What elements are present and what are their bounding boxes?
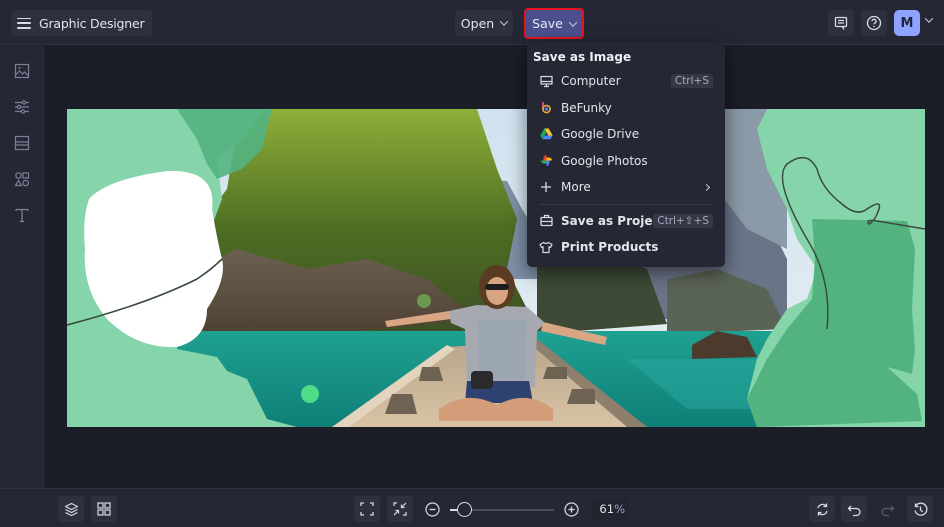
save-button[interactable]: Save bbox=[524, 8, 584, 39]
open-button[interactable]: Open bbox=[455, 10, 513, 36]
top-bar: Graphic Designer Open Save M bbox=[0, 0, 944, 45]
briefcase-icon bbox=[539, 214, 553, 228]
user-avatar[interactable]: M bbox=[894, 10, 920, 36]
shrink-icon bbox=[393, 502, 407, 516]
design-canvas[interactable] bbox=[67, 109, 925, 427]
plus-icon bbox=[539, 180, 553, 194]
zoom-in-icon[interactable] bbox=[564, 502, 579, 517]
zoom-value: 61 bbox=[599, 502, 615, 516]
shapes-icon bbox=[14, 172, 30, 187]
menu-item-save-as-project[interactable]: Save as Project Ctrl+⇧+S bbox=[527, 208, 725, 235]
zoom-slider[interactable] bbox=[450, 502, 554, 517]
tshirt-icon bbox=[539, 240, 553, 254]
grid-view-button[interactable] bbox=[91, 496, 117, 522]
sidebar-item-image[interactable] bbox=[11, 60, 33, 82]
menu-item-label: Google Photos bbox=[561, 153, 648, 168]
menu-divider bbox=[539, 203, 713, 205]
menu-item-label: Google Drive bbox=[561, 127, 640, 142]
menu-section-header: Save as Image bbox=[533, 50, 632, 64]
zoom-unit: % bbox=[614, 502, 625, 516]
history-button[interactable] bbox=[907, 496, 933, 522]
bottom-toolbar: 61% bbox=[0, 488, 944, 527]
sidebar-item-adjust[interactable] bbox=[11, 96, 33, 118]
help-button[interactable] bbox=[861, 10, 887, 36]
grid-icon bbox=[97, 502, 111, 516]
chevron-down-icon bbox=[499, 17, 509, 26]
menu-item-more[interactable]: More bbox=[527, 174, 725, 201]
sidebar-item-layouts[interactable] bbox=[11, 132, 33, 154]
monitor-icon bbox=[539, 74, 553, 88]
menu-item-print-products[interactable]: Print Products bbox=[527, 234, 725, 261]
open-label: Open bbox=[460, 15, 495, 31]
redo-icon bbox=[880, 505, 894, 516]
menu-item-label: Print Products bbox=[561, 240, 659, 255]
refresh-icon bbox=[816, 503, 828, 515]
redo-button[interactable] bbox=[874, 496, 900, 522]
reset-button[interactable] bbox=[809, 496, 835, 522]
help-circle-icon bbox=[866, 15, 882, 31]
actual-size-button[interactable] bbox=[387, 496, 413, 522]
menu-item-label: Computer bbox=[561, 74, 621, 89]
zoom-out-icon[interactable] bbox=[425, 502, 440, 517]
image-icon bbox=[14, 63, 30, 79]
fit-screen-icon bbox=[360, 502, 374, 516]
zoom-slider-thumb[interactable] bbox=[456, 502, 472, 517]
keyboard-shortcut: Ctrl+⇧+S bbox=[653, 213, 713, 228]
layout-icon bbox=[14, 135, 30, 151]
photo bbox=[177, 109, 827, 427]
menu-item-label: More bbox=[561, 180, 591, 195]
photo-collage bbox=[67, 109, 925, 427]
save-label: Save bbox=[532, 16, 563, 31]
comment-icon bbox=[834, 16, 848, 30]
undo-button[interactable] bbox=[841, 496, 867, 522]
account-chevron-icon[interactable] bbox=[924, 14, 934, 23]
hamburger-icon bbox=[17, 17, 31, 29]
menu-item-computer[interactable]: Computer Ctrl+S bbox=[527, 68, 725, 95]
google-drive-icon bbox=[539, 127, 553, 141]
feedback-button[interactable] bbox=[828, 10, 854, 36]
sidebar-item-graphics[interactable] bbox=[11, 168, 33, 190]
menu-item-label: BeFunky bbox=[561, 100, 612, 115]
left-toolbar bbox=[0, 46, 44, 488]
zoom-percentage-field[interactable]: 61% bbox=[591, 498, 629, 520]
menu-item-label: Save as Project bbox=[561, 213, 666, 228]
chevron-down-icon bbox=[568, 17, 578, 27]
app-menu-button[interactable]: Graphic Designer bbox=[11, 10, 153, 36]
keyboard-shortcut: Ctrl+S bbox=[670, 74, 713, 88]
fit-to-screen-button[interactable] bbox=[354, 496, 380, 522]
layers-button[interactable] bbox=[58, 496, 84, 522]
sliders-icon bbox=[15, 100, 29, 114]
text-icon bbox=[15, 208, 29, 223]
app-title: Graphic Designer bbox=[39, 15, 145, 31]
google-photos-icon bbox=[539, 154, 553, 168]
sidebar-item-text[interactable] bbox=[11, 204, 33, 226]
save-dropdown-menu: Save as Image Computer Ctrl+S BeFunky Go… bbox=[527, 42, 725, 267]
menu-item-google-photos[interactable]: Google Photos bbox=[527, 148, 725, 175]
befunky-logo-icon bbox=[539, 101, 553, 115]
app-window: Graphic Designer Open Save M Save as Ima… bbox=[0, 0, 944, 527]
undo-icon bbox=[847, 505, 861, 516]
menu-item-google-drive[interactable]: Google Drive bbox=[527, 121, 725, 148]
layers-icon bbox=[64, 502, 78, 516]
history-icon bbox=[913, 502, 927, 516]
menu-item-befunky[interactable]: BeFunky bbox=[527, 95, 725, 122]
chevron-right-icon bbox=[702, 183, 711, 192]
